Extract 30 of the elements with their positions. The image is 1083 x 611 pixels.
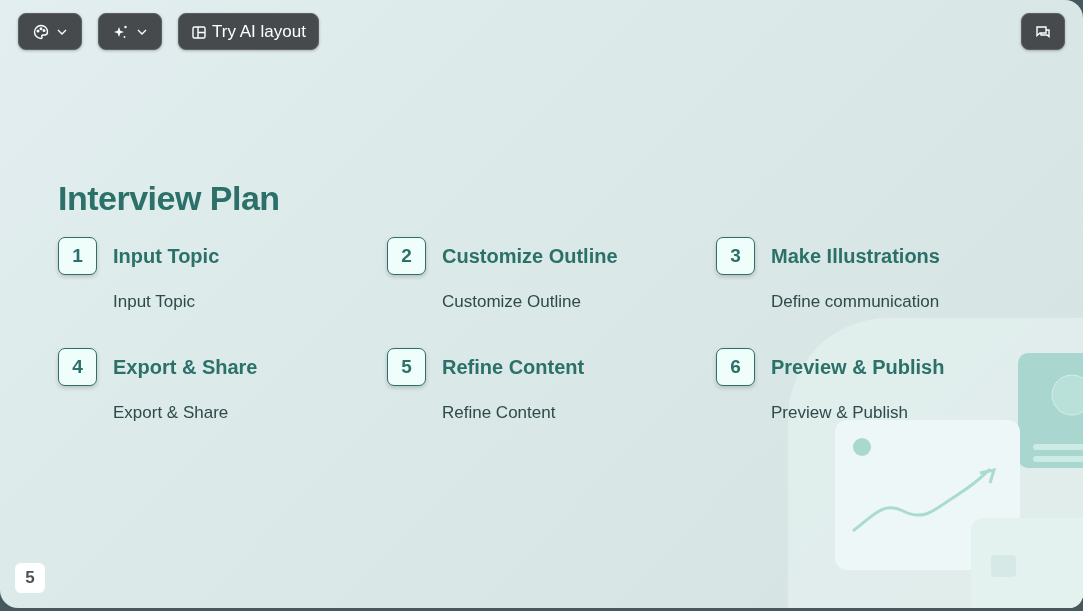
caret-icon xyxy=(137,28,147,35)
theme-dropdown-button[interactable] xyxy=(18,13,82,50)
palette-icon xyxy=(33,23,49,40)
step-number: 4 xyxy=(58,348,97,387)
step-number: 6 xyxy=(716,348,755,387)
step-description: Export & Share xyxy=(113,402,230,425)
step-description: Define communication xyxy=(771,290,941,313)
layout-icon xyxy=(191,23,207,40)
step-description: Refine Content xyxy=(442,402,557,425)
step-title: Make Illustrations xyxy=(771,243,940,269)
comments-button[interactable] xyxy=(1021,13,1065,50)
ai-tools-dropdown-button[interactable] xyxy=(98,13,162,50)
caret-icon xyxy=(57,28,67,35)
step-title: Export & Share xyxy=(113,355,258,381)
step-number: 1 xyxy=(58,236,97,275)
step-title: Input Topic xyxy=(113,243,220,269)
page-number: 5 xyxy=(15,563,45,593)
sparkle-icon xyxy=(113,23,129,40)
step-title: Customize Outline xyxy=(442,243,618,269)
step-number: 2 xyxy=(387,236,426,275)
step-title: Preview & Publish xyxy=(771,355,945,381)
ai-layout-button[interactable]: Try AI layout xyxy=(178,13,319,50)
step-description: Preview & Publish xyxy=(771,402,909,425)
chat-icon xyxy=(1035,23,1051,40)
step-description: Customize Outline xyxy=(442,290,582,313)
step-title: Refine Content xyxy=(442,355,585,381)
slide-title: Interview Plan xyxy=(58,178,281,219)
step-number: 5 xyxy=(387,348,426,387)
step-number: 3 xyxy=(716,236,755,275)
step-description: Input Topic xyxy=(113,290,196,313)
